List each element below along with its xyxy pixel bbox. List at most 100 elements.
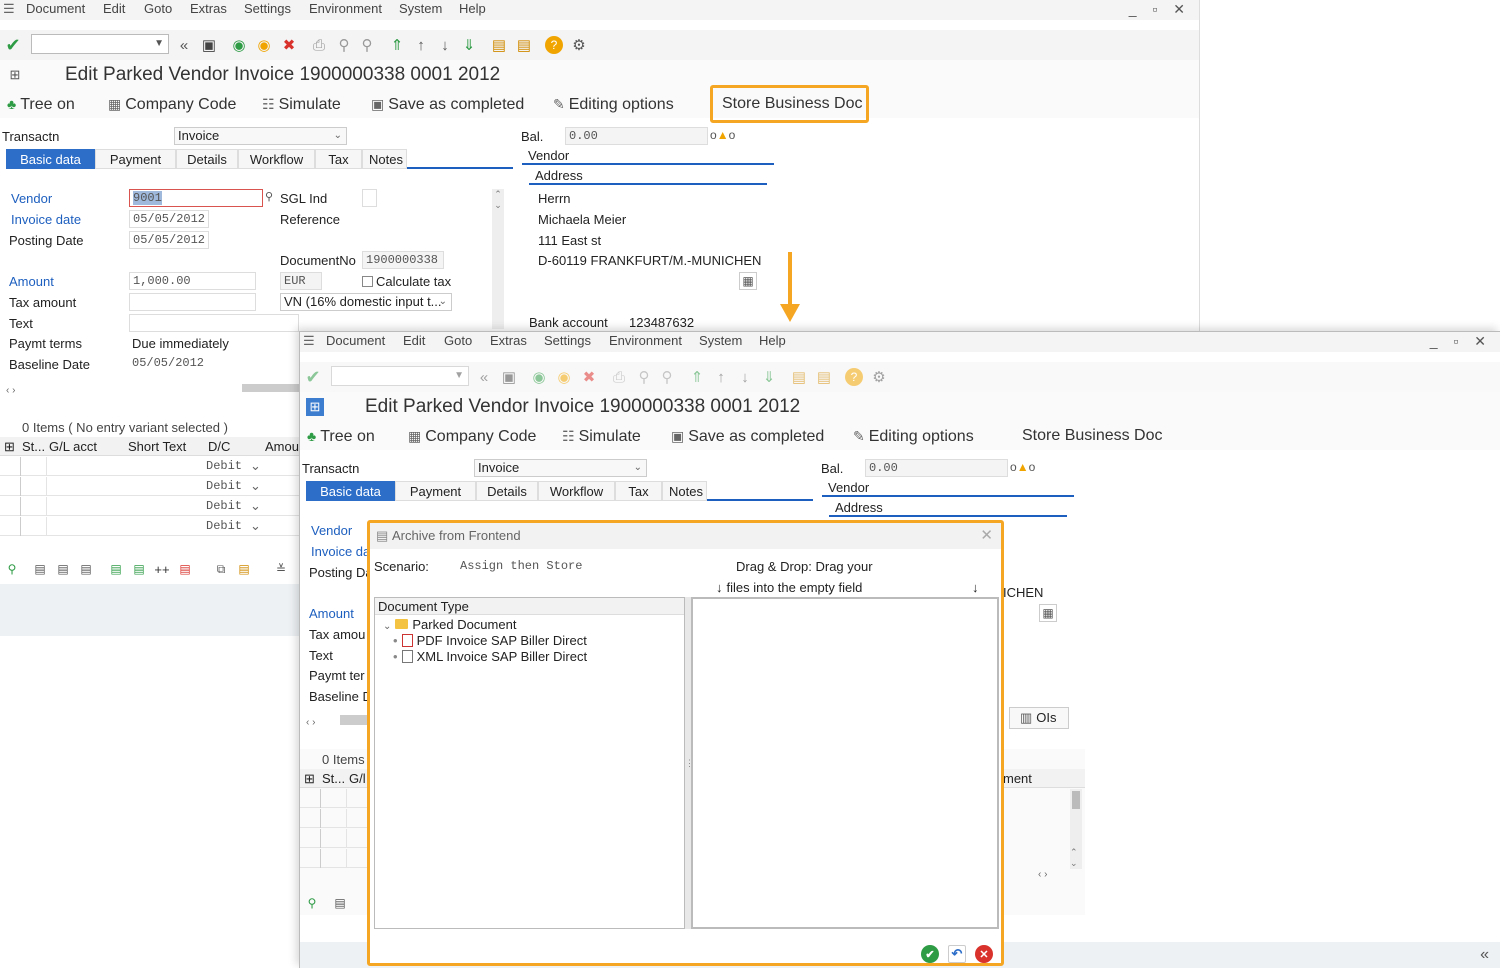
menu-system[interactable]: System bbox=[399, 0, 442, 18]
menu-environment[interactable]: Environment bbox=[609, 332, 682, 350]
invoice-date-input[interactable]: 05/05/2012 bbox=[129, 210, 209, 228]
copy-icon[interactable]: ⧉ bbox=[212, 560, 230, 578]
back-arrows-icon[interactable]: « bbox=[175, 36, 193, 54]
posting-date-input[interactable]: 05/05/2012 bbox=[129, 231, 209, 249]
enter-icon[interactable]: ✔ bbox=[4, 35, 22, 55]
table-row[interactable] bbox=[300, 789, 370, 808]
menu-settings[interactable]: Settings bbox=[544, 332, 591, 350]
find-next-icon[interactable]: ⚲ bbox=[358, 36, 376, 54]
address-detail-icon[interactable]: ▦ bbox=[1039, 604, 1057, 622]
items-scrollbar[interactable]: ⌃ ⌄ bbox=[1070, 789, 1082, 869]
col-amount[interactable]: ment bbox=[1003, 771, 1032, 786]
last-page-icon[interactable]: ⇓ bbox=[460, 36, 478, 54]
collapse-icon[interactable]: ⌄ bbox=[383, 621, 391, 632]
select-all-icon[interactable]: ▤ bbox=[331, 894, 349, 912]
window-controls[interactable]: _ ▫ ✕ bbox=[1129, 0, 1191, 18]
next-page-icon[interactable]: ↓ bbox=[736, 368, 754, 386]
append-row-icon[interactable]: ▤ bbox=[130, 560, 148, 578]
menu-document[interactable]: Document bbox=[326, 332, 385, 350]
save-completed-button[interactable]: ▣ Save as completed bbox=[371, 90, 524, 119]
confirm-button[interactable]: ✔ bbox=[921, 945, 939, 963]
window-controls[interactable]: _ ▫ ✕ bbox=[1430, 332, 1492, 350]
save-icon[interactable]: ▣ bbox=[200, 36, 218, 54]
help-icon[interactable]: ? bbox=[545, 36, 563, 54]
exit-icon[interactable]: ◉ bbox=[555, 368, 573, 386]
command-field[interactable]: ▼ bbox=[31, 34, 169, 54]
menu-document[interactable]: Document bbox=[26, 0, 85, 18]
table-settings-icon[interactable]: ⊞ bbox=[4, 439, 15, 455]
menu-goto[interactable]: Goto bbox=[444, 332, 472, 350]
print-icon[interactable]: ⎙ bbox=[310, 36, 328, 54]
find-next-icon[interactable]: ⚲ bbox=[658, 368, 676, 386]
find-icon[interactable]: ⚲ bbox=[335, 36, 353, 54]
first-page-icon[interactable]: ⇑ bbox=[388, 36, 406, 54]
menu-goto[interactable]: Goto bbox=[144, 0, 172, 18]
back-arrows-icon[interactable]: « bbox=[475, 368, 493, 386]
exit-icon[interactable]: ◉ bbox=[255, 36, 273, 54]
tab-details[interactable]: Details bbox=[476, 481, 538, 501]
editing-options-button[interactable]: ✎ Editing options bbox=[853, 422, 974, 451]
add-rows-icon[interactable]: ++ bbox=[153, 560, 171, 578]
enter-icon[interactable]: ✔ bbox=[304, 367, 322, 387]
col-status[interactable]: St... bbox=[322, 771, 345, 786]
address-detail-icon[interactable]: ▦ bbox=[739, 272, 757, 290]
tab-notes[interactable]: Notes bbox=[662, 481, 707, 501]
sgl-ind-input[interactable] bbox=[362, 189, 377, 207]
tree-on-button[interactable]: ♣ Tree on bbox=[7, 90, 75, 119]
save-completed-button[interactable]: ▣ Save as completed bbox=[671, 422, 824, 451]
shortcut-icon[interactable]: ▤ bbox=[515, 36, 533, 54]
tree-item-xml-invoice[interactable]: • XML Invoice SAP Biller Direct bbox=[393, 649, 587, 664]
back-icon[interactable]: ◉ bbox=[230, 36, 248, 54]
table-row[interactable]: Debit ⌄ bbox=[0, 477, 300, 496]
delete-row-icon[interactable]: ▤ bbox=[176, 560, 194, 578]
transactn-dropdown[interactable]: Invoice ⌄ bbox=[174, 127, 347, 145]
table-row[interactable] bbox=[300, 809, 370, 828]
col-dc[interactable]: D/C bbox=[208, 439, 230, 454]
paste-icon[interactable]: ▤ bbox=[235, 560, 253, 578]
command-field[interactable]: ▼ bbox=[331, 366, 469, 386]
table-row[interactable] bbox=[300, 829, 370, 848]
select-all-icon[interactable]: ▤ bbox=[31, 560, 49, 578]
first-page-icon[interactable]: ⇑ bbox=[688, 368, 706, 386]
store-business-doc-button[interactable]: Store Business Doc bbox=[1022, 422, 1163, 450]
tab-payment[interactable]: Payment bbox=[395, 481, 476, 501]
table-settings-icon[interactable]: ⊞ bbox=[304, 771, 315, 787]
zoom-icon[interactable]: ⚲ bbox=[3, 560, 21, 578]
tab-workflow[interactable]: Workflow bbox=[538, 481, 615, 501]
simulate-button[interactable]: ☷ Simulate bbox=[562, 422, 641, 451]
undo-button[interactable]: ↶ bbox=[948, 945, 966, 963]
tab-basic-data[interactable]: Basic data bbox=[6, 149, 95, 169]
gear-icon[interactable]: ⚙ bbox=[570, 36, 588, 54]
simulate-button[interactable]: ☷ Simulate bbox=[262, 90, 341, 119]
new-session-icon[interactable]: ▤ bbox=[490, 36, 508, 54]
close-icon[interactable]: ✕ bbox=[980, 523, 993, 549]
menu-environment[interactable]: Environment bbox=[309, 0, 382, 18]
tab-tax[interactable]: Tax bbox=[315, 149, 362, 169]
menu-system[interactable]: System bbox=[699, 332, 742, 350]
tax-amount-input[interactable] bbox=[129, 293, 256, 311]
table-row[interactable]: Debit ⌄ bbox=[0, 457, 300, 476]
help-icon[interactable]: ? bbox=[845, 368, 863, 386]
table-row[interactable]: Debit ⌄ bbox=[0, 497, 300, 516]
table-row[interactable]: Debit ⌄ bbox=[0, 517, 300, 536]
menu-settings[interactable]: Settings bbox=[244, 0, 291, 18]
tree-view-icon[interactable]: ⊞ bbox=[306, 398, 324, 416]
find-icon[interactable]: ⚲ bbox=[635, 368, 653, 386]
cancel-icon[interactable]: ✖ bbox=[580, 368, 598, 386]
vendor-input[interactable]: 9001 bbox=[129, 189, 263, 207]
last-page-icon[interactable]: ⇓ bbox=[760, 368, 778, 386]
zoom-icon[interactable]: ⚲ bbox=[303, 894, 321, 912]
menu-help[interactable]: Help bbox=[759, 332, 786, 350]
tree-item-pdf-invoice[interactable]: • PDF Invoice SAP Biller Direct bbox=[393, 633, 587, 648]
table-row[interactable] bbox=[300, 849, 370, 868]
tab-notes[interactable]: Notes bbox=[362, 149, 407, 169]
h-scroll[interactable]: ‹ › bbox=[6, 381, 306, 396]
col-status[interactable]: St... bbox=[22, 439, 45, 454]
select-block-icon[interactable]: ▤ bbox=[54, 560, 72, 578]
menu-icon[interactable]: ☰ bbox=[3, 0, 15, 18]
col-gl-acct[interactable]: G/l bbox=[349, 771, 366, 786]
cancel-icon[interactable]: ✖ bbox=[280, 36, 298, 54]
insert-row-icon[interactable]: ▤ bbox=[107, 560, 125, 578]
company-code-button[interactable]: ▦ Company Code bbox=[108, 90, 236, 119]
tree-view-icon[interactable]: ⊞ bbox=[6, 66, 24, 84]
